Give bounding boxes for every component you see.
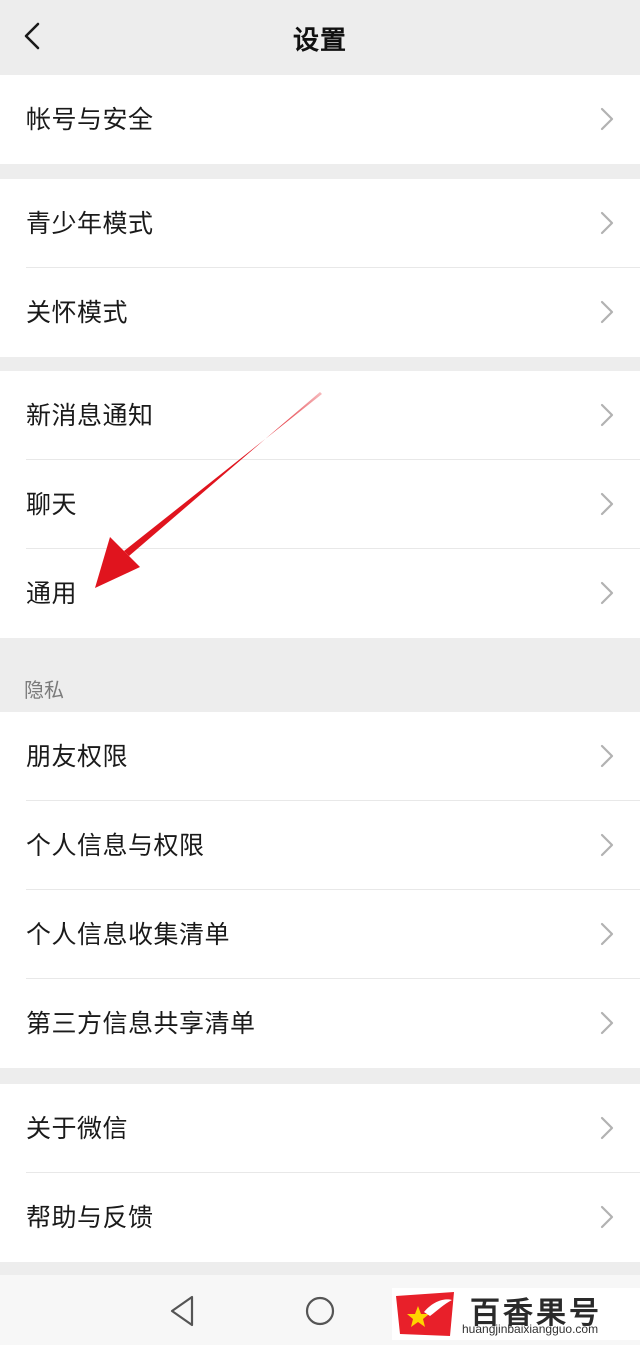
page-title: 设置 <box>292 26 347 56</box>
settings-item-label: 青少年模式 <box>26 209 154 238</box>
chevron-right-icon <box>600 107 614 131</box>
chevron-right-icon <box>600 403 614 427</box>
settings-item-label: 通用 <box>26 579 78 608</box>
chevron-right-icon <box>600 922 614 946</box>
settings-item-label: 新消息通知 <box>26 401 154 430</box>
chevron-right-icon <box>600 492 614 516</box>
section-title-privacy: 隐私 <box>24 678 64 702</box>
watermark-url: huangjinbaixiangguo.com <box>462 1322 599 1336</box>
settings-item-label: 关怀模式 <box>26 298 129 327</box>
settings-item-chat[interactable]: 聊天 <box>0 460 640 549</box>
nav-home-button[interactable] <box>298 1289 342 1333</box>
back-triangle-icon <box>170 1295 194 1327</box>
chevron-right-icon <box>600 744 614 768</box>
nav-back-button[interactable] <box>160 1289 204 1333</box>
settings-item-info-collection-list[interactable]: 个人信息收集清单 <box>0 890 640 979</box>
home-circle-icon <box>305 1296 335 1326</box>
chevron-right-icon <box>600 833 614 857</box>
settings-group-about: 关于微信 帮助与反馈 <box>0 1084 640 1262</box>
chevron-right-icon <box>600 581 614 605</box>
settings-item-notifications[interactable]: 新消息通知 <box>0 371 640 460</box>
chevron-right-icon <box>600 300 614 324</box>
settings-item-label: 个人信息收集清单 <box>26 920 231 949</box>
settings-item-label: 聊天 <box>26 490 78 519</box>
settings-item-about-wechat[interactable]: 关于微信 <box>0 1084 640 1173</box>
settings-item-label: 帮助与反馈 <box>26 1203 154 1232</box>
settings-group-privacy: 朋友权限 个人信息与权限 个人信息收集清单 第三方信息共享清单 <box>0 712 640 1068</box>
chevron-right-icon <box>600 1205 614 1229</box>
chevron-right-icon <box>600 1116 614 1140</box>
settings-item-third-party-sharing-list[interactable]: 第三方信息共享清单 <box>0 979 640 1068</box>
settings-group-account: 帐号与安全 <box>0 75 640 164</box>
top-bar: 设置 <box>0 0 640 74</box>
settings-item-personal-info-permissions[interactable]: 个人信息与权限 <box>0 801 640 890</box>
brand-logo-icon <box>396 1292 454 1336</box>
settings-item-label: 朋友权限 <box>26 742 129 771</box>
settings-item-account-security[interactable]: 帐号与安全 <box>0 75 640 164</box>
settings-group-general: 新消息通知 聊天 通用 <box>0 371 640 638</box>
settings-item-label: 关于微信 <box>26 1114 129 1143</box>
watermark: 百香果号 huangjinbaixiangguo.com <box>392 1288 640 1340</box>
chevron-right-icon <box>600 211 614 235</box>
settings-item-teen-mode[interactable]: 青少年模式 <box>0 179 640 268</box>
settings-group-modes: 青少年模式 关怀模式 <box>0 179 640 357</box>
settings-item-general[interactable]: 通用 <box>0 549 640 638</box>
settings-item-label: 第三方信息共享清单 <box>26 1009 256 1038</box>
settings-item-friend-permissions[interactable]: 朋友权限 <box>0 712 640 801</box>
chevron-right-icon <box>600 1011 614 1035</box>
settings-item-label: 帐号与安全 <box>26 105 154 134</box>
settings-item-label: 个人信息与权限 <box>26 831 205 860</box>
settings-item-care-mode[interactable]: 关怀模式 <box>0 268 640 357</box>
settings-item-help-feedback[interactable]: 帮助与反馈 <box>0 1173 640 1262</box>
